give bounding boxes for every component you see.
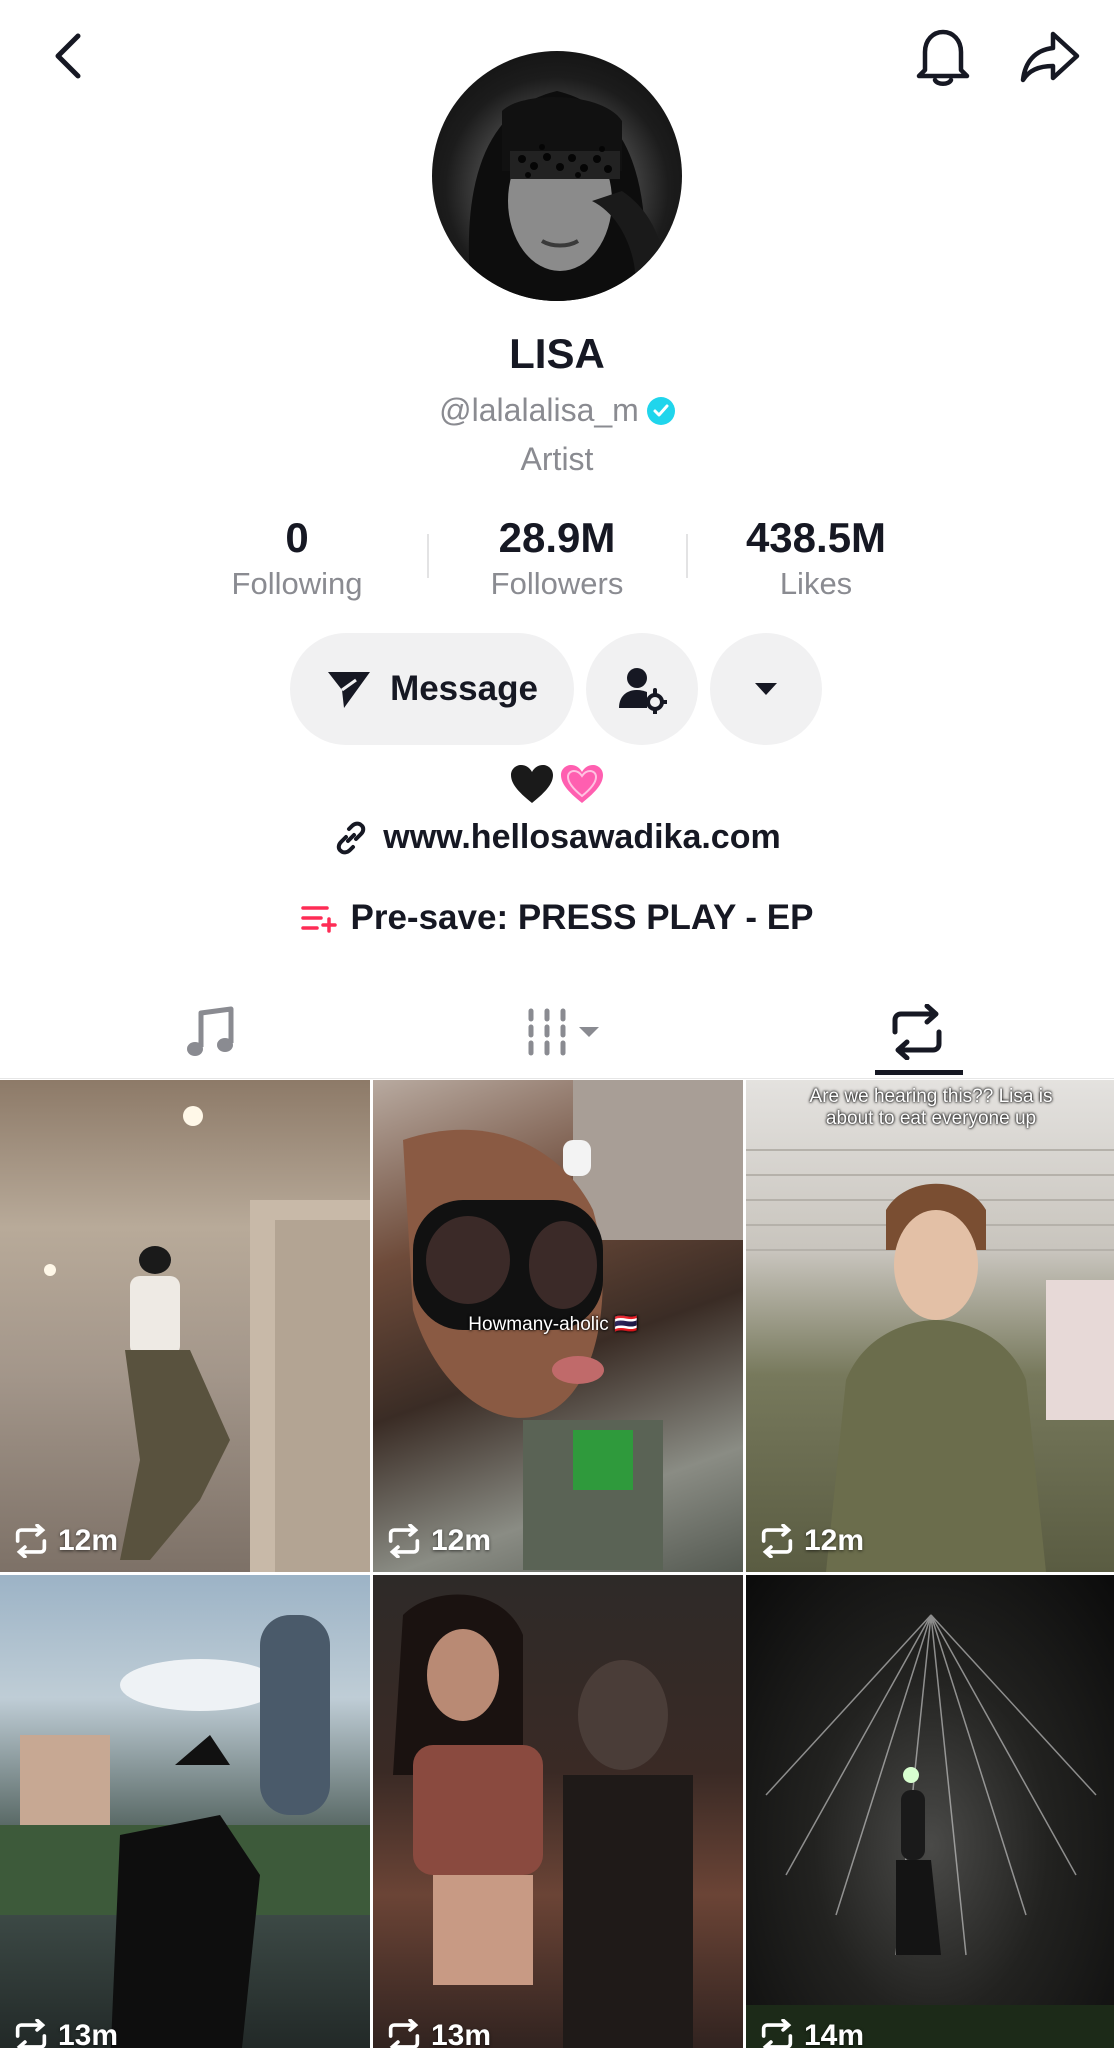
following-label: Following (231, 566, 363, 601)
video-scene (44, 1106, 370, 1572)
profile-stats: 0 Following 28.9M Followers 438.5M Likes (0, 512, 1114, 604)
likes-count: 438.5M (745, 514, 887, 561)
message-button[interactable]: Message (290, 633, 574, 745)
avatar-image (468, 91, 665, 301)
bio-link[interactable]: www.hellosawadika.com (0, 818, 1114, 857)
view-count: 14m (804, 2019, 865, 2048)
video-thumbnail[interactable]: 12m (0, 1080, 370, 1572)
repost-icon (15, 1524, 47, 1558)
tabs-divider (0, 1078, 1114, 1079)
view-count: 12m (431, 1524, 492, 1557)
profile-handle: @lalalalisa_m (439, 392, 639, 428)
link-text: www.hellosawadika.com (383, 818, 781, 856)
bell-icon (916, 29, 970, 86)
more-options-button[interactable] (710, 633, 822, 745)
video-thumbnail[interactable]: Howmany-aholic 🇹🇭 12m (373, 1080, 743, 1572)
tab-reposts[interactable] (862, 985, 972, 1079)
send-icon (328, 672, 371, 708)
view-count: 12m (804, 1524, 865, 1557)
video-thumbnail[interactable]: 13m (373, 1575, 743, 2048)
tab-videos[interactable] (500, 985, 630, 1079)
message-label: Message (390, 669, 538, 708)
repost-count: 12m (12, 1524, 118, 1558)
video-thumbnail[interactable]: 14m (746, 1575, 1114, 2048)
share-arrow-icon (1020, 31, 1080, 83)
music-note-icon (187, 1006, 234, 1056)
bio-emoji (0, 763, 1114, 805)
friend-settings-button[interactable] (586, 633, 698, 745)
share-button[interactable] (1010, 20, 1090, 92)
presave-link[interactable]: Pre-save: PRESS PLAY - EP (0, 898, 1114, 938)
black-heart-icon (511, 765, 553, 803)
likes-label: Likes (779, 566, 853, 601)
followers-count: 28.9M (498, 514, 616, 561)
back-button[interactable] (40, 20, 96, 92)
repost-icon (761, 1524, 793, 1558)
repost-icon (892, 1004, 942, 1060)
view-count: 13m (431, 2019, 492, 2048)
profile-tabs (0, 985, 1114, 1079)
video-caption: Howmany-aholic 🇹🇭 (468, 1314, 638, 1335)
presave-text: Pre-save: PRESS PLAY - EP (350, 898, 814, 937)
caret-down-icon (755, 683, 777, 695)
repost-count: 13m (385, 2019, 491, 2048)
video-scene (746, 1149, 1114, 1572)
repost-count: 12m (758, 1524, 864, 1558)
profile-name: LISA (509, 330, 605, 377)
followers-label: Followers (490, 566, 624, 601)
link-icon (337, 821, 366, 854)
repost-icon (15, 2019, 47, 2048)
view-count: 12m (58, 1524, 119, 1557)
avatar[interactable] (432, 51, 682, 301)
active-tab-indicator (875, 1070, 963, 1075)
user-settings-icon (619, 668, 667, 714)
chevron-left-icon (55, 33, 81, 79)
grid-columns-icon (528, 1008, 599, 1056)
video-thumbnail[interactable]: 13m (0, 1575, 370, 2048)
repost-count: 14m (758, 2019, 864, 2048)
repost-icon (388, 2019, 420, 2048)
tab-music[interactable] (160, 985, 260, 1079)
following-count: 0 (285, 514, 309, 561)
stat-divider (427, 534, 429, 578)
followers-stat[interactable]: 28.9M Followers (437, 512, 677, 604)
video-scene (393, 1594, 693, 2048)
video-caption: Are we hearing this?? Lisa is about to e… (809, 1086, 1053, 1129)
stat-divider (686, 534, 688, 578)
likes-stat[interactable]: 438.5M Likes (696, 512, 936, 604)
notifications-button[interactable] (908, 20, 978, 92)
video-scene (746, 1614, 1114, 2048)
repost-icon (761, 2019, 793, 2048)
playlist-add-icon (300, 906, 337, 933)
profile-category: Artist (520, 441, 594, 477)
view-count: 13m (58, 2019, 119, 2048)
video-scene (0, 1615, 370, 2048)
following-stat[interactable]: 0 Following (177, 512, 417, 604)
video-thumbnail[interactable]: Are we hearing this?? Lisa is about to e… (746, 1080, 1114, 1572)
verified-badge-icon (646, 396, 675, 425)
handle-row: @lalalalisa_m (0, 392, 1114, 429)
repost-count: 13m (12, 2019, 118, 2048)
repost-icon (388, 1524, 420, 1558)
repost-count: 12m (385, 1524, 491, 1558)
profile-actions: Message (0, 633, 1114, 747)
video-grid: 12m Howmany-aholic 🇹🇭 12m Are we hearing… (0, 1080, 1114, 2048)
pink-heart-icon (561, 765, 603, 803)
